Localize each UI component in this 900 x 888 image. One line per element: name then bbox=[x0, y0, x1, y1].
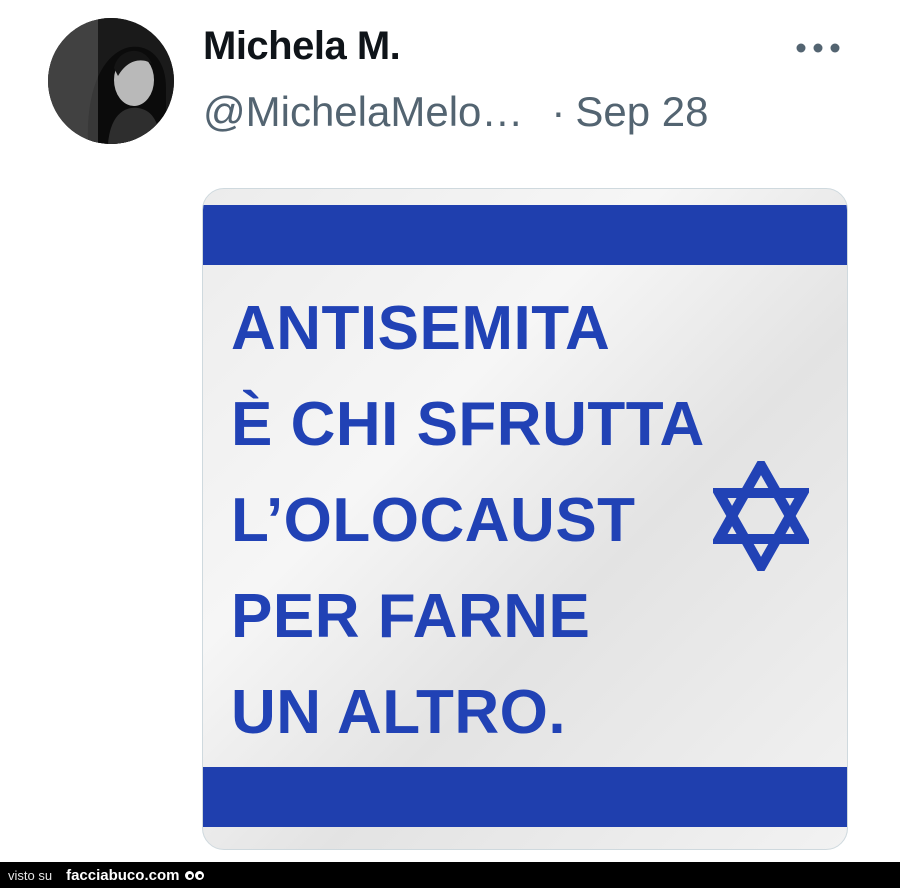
more-horizontal-icon bbox=[796, 43, 840, 53]
tweet-image[interactable]: ANTISEMITA È CHI SFRUTTA L’OLOCAUST PER … bbox=[202, 188, 848, 850]
more-options-button[interactable] bbox=[790, 26, 846, 70]
eye-icon bbox=[195, 870, 205, 880]
slogan-line: PER FARNE bbox=[231, 582, 591, 651]
eyes-logo-icon bbox=[185, 870, 205, 880]
slogan-line: L’OLOCAUST bbox=[231, 486, 636, 555]
avatar[interactable] bbox=[48, 18, 174, 144]
tweet-date[interactable]: Sep 28 bbox=[575, 88, 708, 135]
slogan-line: UN ALTRO. bbox=[231, 678, 567, 747]
watermark-site: facciabuco.com bbox=[66, 866, 180, 884]
image-slogan: ANTISEMITA È CHI SFRUTTA L’OLOCAUST PER … bbox=[231, 281, 705, 761]
display-name[interactable]: Michela M. bbox=[203, 24, 401, 69]
slogan-line: ANTISEMITA bbox=[231, 294, 611, 363]
watermark-bar: visto su facciabuco.com bbox=[0, 862, 900, 888]
slogan-line: È CHI SFRUTTA bbox=[231, 390, 705, 459]
eye-icon bbox=[185, 870, 195, 880]
flag-stripe-top bbox=[203, 205, 847, 265]
separator-dot: · bbox=[551, 88, 566, 135]
tweet-meta: @MichelaMelo… · Sep 28 bbox=[203, 88, 709, 136]
watermark-prefix: visto su bbox=[8, 867, 53, 883]
user-handle[interactable]: @MichelaMelo… bbox=[203, 88, 523, 135]
star-of-david-icon bbox=[713, 461, 809, 571]
flag-stripe-bottom bbox=[203, 767, 847, 827]
profile-photo bbox=[48, 18, 174, 144]
